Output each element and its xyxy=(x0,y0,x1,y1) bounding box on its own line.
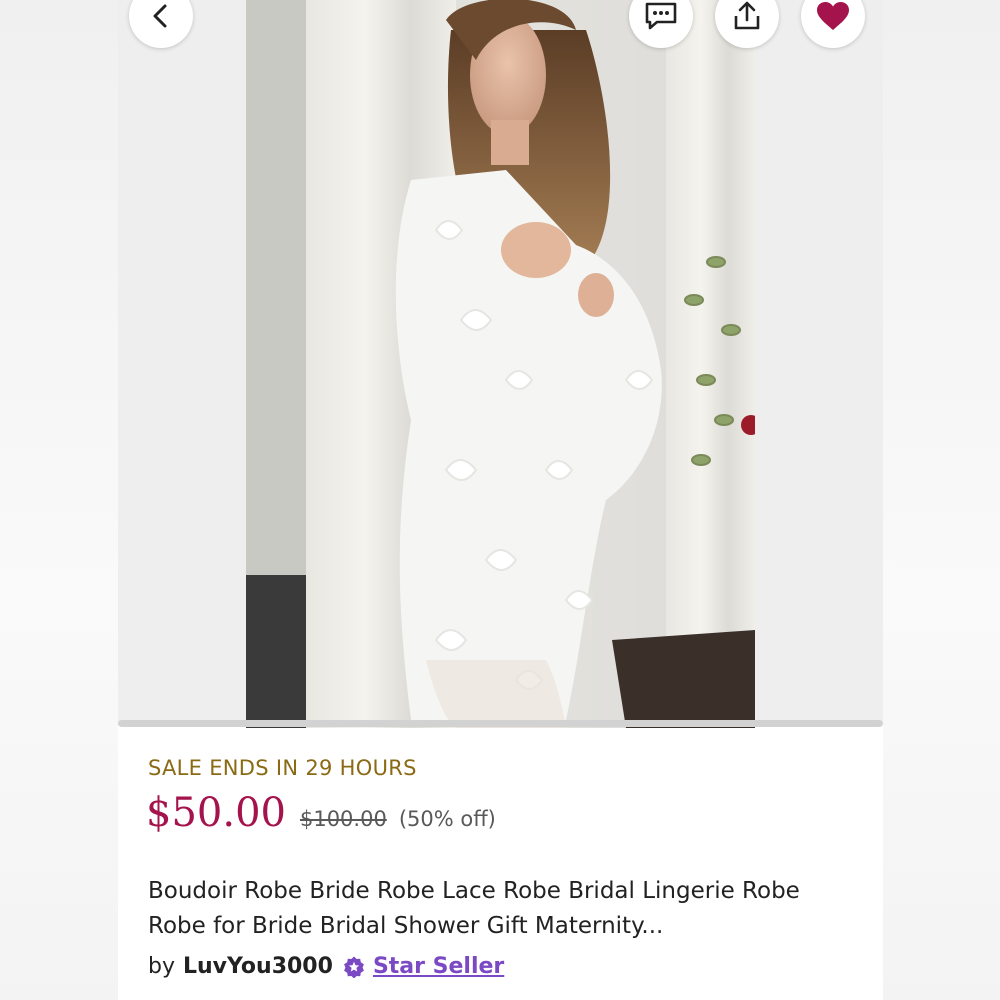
product-photo[interactable] xyxy=(246,0,755,728)
page: SALE ENDS IN 29 HOURS $50.00 $100.00 (50… xyxy=(0,0,1000,1000)
back-button[interactable] xyxy=(129,0,193,48)
listing-title-line-2: Robe for Bride Bridal Shower Gift Matern… xyxy=(148,913,664,939)
star-seller-link[interactable]: Star Seller xyxy=(373,954,504,979)
seller-row: by LuvYou3000 Star Seller xyxy=(148,954,504,979)
star-seller-badge-icon xyxy=(344,956,364,978)
image-gallery[interactable] xyxy=(118,0,883,728)
original-price: $100.00 xyxy=(299,807,387,831)
seller-name-link[interactable]: LuvYou3000 xyxy=(183,954,333,979)
discount-percent: (50% off) xyxy=(398,807,496,831)
share-upload-icon xyxy=(734,1,760,30)
background-blur-right xyxy=(883,0,1000,1000)
listing-details: SALE ENDS IN 29 HOURS $50.00 $100.00 (50… xyxy=(118,728,883,1000)
listing-title: Boudoir Robe Bride Robe Lace Robe Bridal… xyxy=(148,874,848,944)
chevron-left-icon xyxy=(153,4,167,28)
sale-countdown: SALE ENDS IN 29 HOURS xyxy=(148,756,417,780)
favorite-button[interactable] xyxy=(801,0,865,48)
seller-prefix: by xyxy=(148,954,175,979)
message-bubble-icon xyxy=(645,2,677,30)
gallery-scroll-indicator xyxy=(118,720,883,727)
heart-filled-icon xyxy=(817,2,849,30)
listing-title-line-1: Boudoir Robe Bride Robe Lace Robe Bridal… xyxy=(148,878,800,904)
price-row: $50.00 $100.00 (50% off) xyxy=(146,790,496,836)
background-blur-left xyxy=(0,0,118,1000)
sale-price: $50.00 xyxy=(146,790,286,836)
listing-screen: SALE ENDS IN 29 HOURS $50.00 $100.00 (50… xyxy=(118,0,883,1000)
